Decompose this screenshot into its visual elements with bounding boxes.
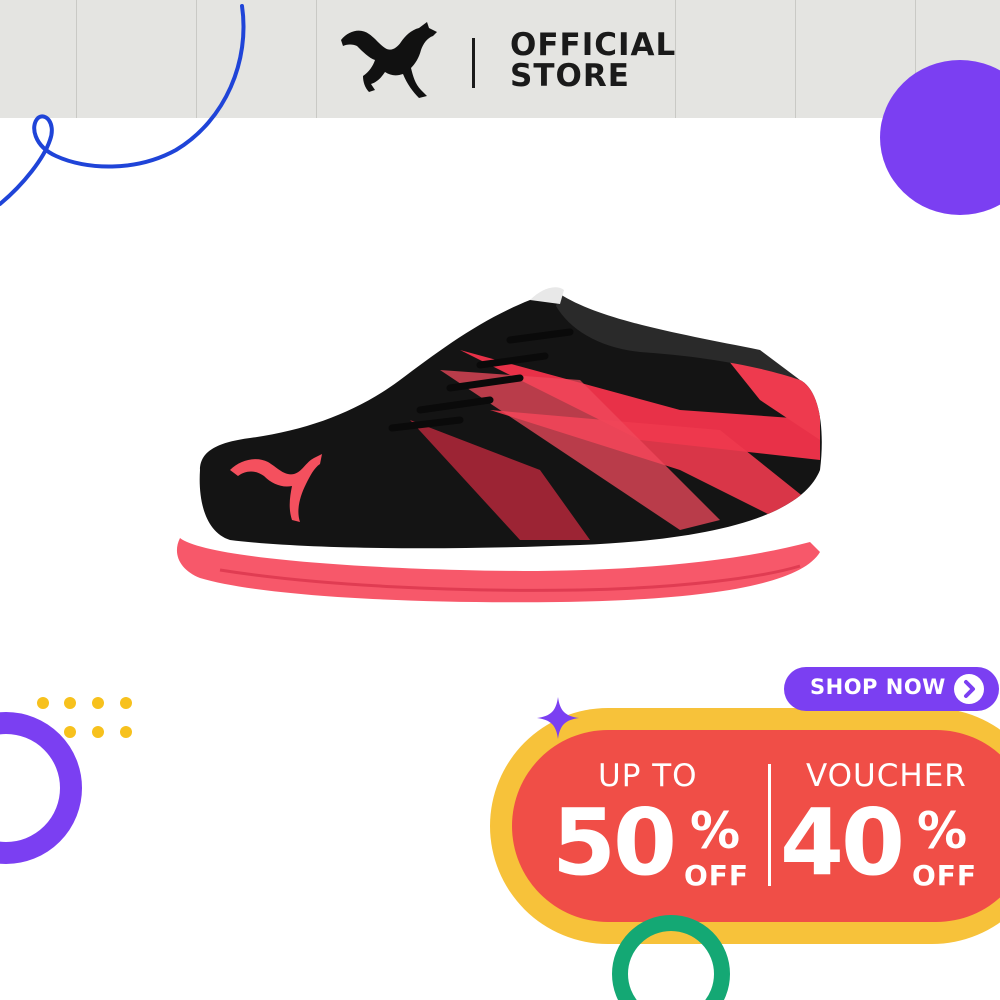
voucher-suffix: OFF [912, 859, 978, 892]
store-line-1: OFFICIAL [510, 27, 677, 63]
dot-decoration [120, 726, 132, 738]
promo-divider [768, 764, 771, 886]
header-divider [472, 38, 475, 88]
grid-line [795, 0, 796, 118]
promo-banner: OFFICIAL STORE SHOP NOW UP TO 50 % OFF V… [0, 0, 1000, 1000]
dot-decoration [37, 697, 49, 709]
chevron-right-icon [954, 674, 984, 704]
shop-now-button[interactable]: SHOP NOW [784, 667, 999, 711]
discount-percent: % [690, 802, 741, 860]
puma-cat-logo-icon [335, 18, 445, 103]
official-store-label: OFFICIAL STORE [510, 30, 676, 92]
grid-line [316, 0, 317, 118]
voucher-value: 40 [780, 789, 905, 896]
voucher-percent: % [917, 802, 968, 860]
futsal-shoe-image [176, 287, 822, 603]
dot-decoration [64, 726, 76, 738]
dot-decoration [92, 697, 104, 709]
dot-decoration [120, 697, 132, 709]
store-line-2: STORE [510, 58, 630, 94]
discount-suffix: OFF [684, 859, 750, 892]
dot-decoration [64, 697, 76, 709]
shop-now-label: SHOP NOW [810, 675, 946, 699]
discount-value: 50 [552, 789, 677, 896]
dot-decoration [92, 726, 104, 738]
sparkle-icon [537, 697, 579, 739]
blue-squiggle-decoration [0, 4, 246, 206]
